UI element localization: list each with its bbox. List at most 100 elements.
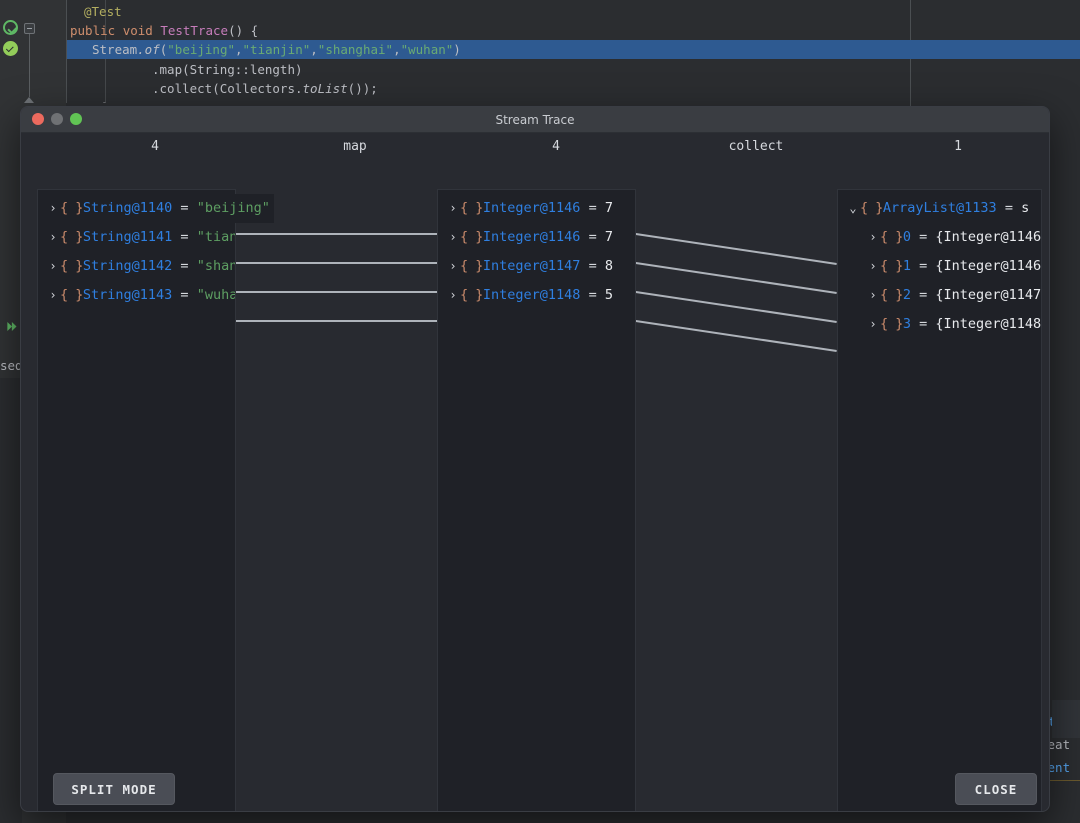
trace-row-overflow: ›{ }String@1140 = "beijing" <box>38 194 274 223</box>
code-line: @Test <box>66 2 122 21</box>
variable-value: 7 <box>604 200 613 216</box>
variable-name: String@1141 <box>82 229 173 245</box>
run-test-gutter-icon[interactable] <box>3 20 18 35</box>
trace-row[interactable]: ›{ }String@1142 = "shanghai" <box>38 252 235 281</box>
trace-row[interactable]: ›{ }Integer@1147 = 8 <box>438 252 613 281</box>
split-mode-button[interactable]: SPLIT MODE <box>53 773 175 805</box>
object-braces-icon: { } <box>880 258 903 274</box>
code-line: Stream.of("beijing","tianjin","shanghai"… <box>66 40 461 59</box>
map-connector-line <box>236 233 437 235</box>
code-token: , <box>393 42 401 57</box>
stage-header-0: 4 <box>151 139 159 154</box>
variable-value: {Integer@1146 <box>935 229 1042 245</box>
variable-value: 5 <box>604 287 613 303</box>
close-button[interactable]: CLOSE <box>955 773 1037 805</box>
variable-name: 1 <box>902 258 912 274</box>
chevron-right-icon[interactable]: › <box>866 252 880 281</box>
map-connector-line <box>236 320 437 322</box>
object-braces-icon: { } <box>60 287 83 303</box>
equals-sign: = <box>172 229 197 245</box>
code-token: toList <box>302 81 348 96</box>
window-traffic-lights[interactable] <box>32 113 82 125</box>
fast-forward-icon[interactable]: ⏵⏵ <box>6 320 17 335</box>
chevron-right-icon[interactable]: › <box>446 252 460 281</box>
chevron-right-icon[interactable]: › <box>446 194 460 223</box>
close-light[interactable] <box>32 113 44 125</box>
variable-name: ArrayList@1133 <box>882 200 997 216</box>
trace-row[interactable]: ›{ }3 = {Integer@1148 <box>838 310 1041 339</box>
map-result-panel[interactable]: ›{ }Integer@1146 = 7 ›{ }Integer@1146 = 7… <box>437 189 636 811</box>
code-token: ()); <box>347 81 378 96</box>
chevron-right-icon[interactable]: › <box>46 252 60 281</box>
code-token: "wuhan" <box>400 42 454 57</box>
trace-row[interactable]: ›{ }Integer@1148 = 5 <box>438 281 613 310</box>
code-token: ) <box>453 42 461 57</box>
chevron-right-icon[interactable]: › <box>446 223 460 252</box>
code-fold-minus-icon[interactable] <box>24 23 35 34</box>
collect-result-panel[interactable]: ⌄{ }ArrayList@1133 = s ›{ }0 = {Integer@1… <box>837 189 1042 811</box>
chevron-right-icon[interactable]: › <box>46 223 60 252</box>
trace-row[interactable]: ›{ }0 = {Integer@1146 <box>838 223 1041 252</box>
chevron-right-icon[interactable]: › <box>46 194 60 223</box>
variable-value: {Integer@1146 <box>935 258 1042 274</box>
stage-header-4: 1 <box>954 139 962 154</box>
map-connector-line <box>236 291 437 293</box>
collect-connector-line <box>635 262 837 294</box>
trace-row[interactable]: ›{ }String@1141 = "tianjin" <box>38 223 235 252</box>
object-braces-icon: { } <box>460 258 483 274</box>
object-braces-icon: { } <box>60 200 83 216</box>
code-token: "tianjin" <box>242 42 311 57</box>
collect-connector-line <box>635 320 837 352</box>
equals-sign: = <box>911 316 936 332</box>
left-toolwindow-strip[interactable] <box>0 378 22 823</box>
trace-row[interactable]: ›{ }Integer@1146 = 7 <box>438 223 613 252</box>
source-panel[interactable]: ›{ }String@1140 = "beijing"›{ }String@11… <box>37 189 236 811</box>
variable-name: Integer@1146 <box>482 200 581 216</box>
trace-row[interactable]: ›{ }2 = {Integer@1147 <box>838 281 1041 310</box>
equals-sign: = <box>580 229 605 245</box>
variable-name: String@1143 <box>82 287 173 303</box>
variable-value: "beijing" <box>196 200 270 216</box>
object-braces-icon: { } <box>460 229 483 245</box>
equals-sign: = <box>580 258 605 274</box>
chevron-right-icon[interactable]: › <box>866 281 880 310</box>
object-braces-icon: { } <box>460 287 483 303</box>
code-fold-end-icon[interactable] <box>24 97 34 103</box>
variable-value: s <box>1021 200 1030 216</box>
code-token: () { <box>228 23 259 38</box>
map-connector-line <box>236 262 437 264</box>
variable-name: 3 <box>902 316 912 332</box>
variable-value: 8 <box>604 258 613 274</box>
code-token: void <box>122 23 161 38</box>
zoom-light[interactable] <box>70 113 82 125</box>
variable-value: {Integer@1148 <box>935 316 1042 332</box>
dialog-titlebar[interactable]: Stream Trace <box>21 107 1049 133</box>
collect-connector-line <box>635 233 837 265</box>
equals-sign: = <box>996 200 1022 216</box>
chevron-down-icon[interactable]: ⌄ <box>846 194 860 223</box>
chevron-right-icon[interactable]: › <box>446 281 460 310</box>
code-line: public void TestTrace() { <box>66 21 258 40</box>
code-token: "beijing" <box>167 42 235 57</box>
code-fold-line <box>29 34 30 97</box>
test-passed-gutter-icon[interactable] <box>3 41 18 56</box>
code-token: .of <box>137 42 160 57</box>
collect-connector-line <box>635 291 837 323</box>
equals-sign: = <box>172 200 197 216</box>
object-braces-icon: { } <box>880 316 903 332</box>
trace-row[interactable]: ›{ }1 = {Integer@1146 <box>838 252 1041 281</box>
chevron-right-icon[interactable]: › <box>46 281 60 310</box>
trace-row[interactable]: ›{ }Integer@1146 = 7 <box>438 194 613 223</box>
chevron-right-icon[interactable]: › <box>866 310 880 339</box>
trace-row[interactable]: ›{ }String@1143 = "wuhan" <box>38 281 235 310</box>
variable-name: Integer@1146 <box>482 229 581 245</box>
stream-trace-dialog[interactable]: Stream Trace 4 map 4 collect 1 ›{ }String@11… <box>20 106 1050 812</box>
right-panel-strip[interactable] <box>1052 700 1080 738</box>
stage-header-3: collect <box>728 139 784 154</box>
chevron-right-icon[interactable]: › <box>866 223 880 252</box>
trace-row[interactable]: ⌄{ }ArrayList@1133 = s <box>838 194 1029 223</box>
object-braces-icon: { } <box>60 258 83 274</box>
variable-name: 0 <box>902 229 912 245</box>
object-braces-icon: { } <box>460 200 483 216</box>
minimize-light[interactable] <box>51 113 63 125</box>
